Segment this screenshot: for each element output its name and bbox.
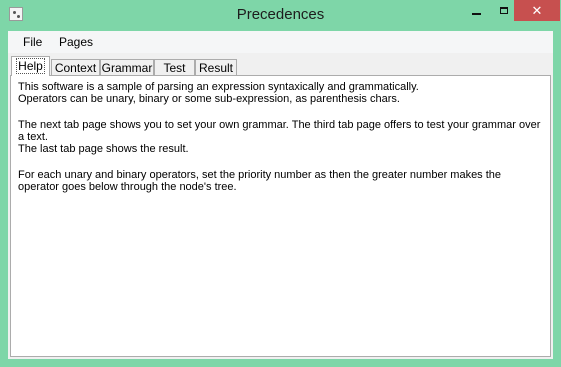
tab-grammar[interactable]: Grammar [100,59,154,75]
client-area: File Pages Help Context Grammar Test Res… [8,31,553,359]
tab-test[interactable]: Test [154,59,195,75]
help-paragraph-tabs: The next tab page shows you to set your … [18,119,543,155]
tab-context-label: Context [54,61,97,75]
app-window: Precedences ✕ File Pages Help Context Gr… [0,0,561,367]
menu-pages[interactable]: Pages [59,35,93,49]
tab-result-label: Result [198,61,233,75]
maximize-button[interactable] [490,0,517,21]
help-line: For each unary and binary operators, set… [18,169,502,193]
tab-grammar-label: Grammar [101,61,153,75]
tab-context[interactable]: Context [51,59,100,75]
minimize-icon [472,12,481,15]
help-line: This software is a sample of parsing an … [18,81,419,93]
maximize-icon [499,7,508,14]
help-line: The last tab page shows the result. [18,143,189,155]
tab-strip: Help Context Grammar Test Result [8,56,553,76]
menu-bar: File Pages [8,31,553,53]
title-bar[interactable]: Precedences ✕ [0,0,561,31]
tab-help-label: Help [16,58,45,74]
tab-test-label: Test [163,61,186,75]
help-tab-panel: This software is a sample of parsing an … [10,75,551,357]
close-button[interactable]: ✕ [514,0,560,21]
menu-file[interactable]: File [23,35,42,49]
help-paragraph-priority: For each unary and binary operators, set… [18,169,543,193]
minimize-button[interactable] [463,0,490,21]
help-line: The next tab page shows you to set your … [18,119,541,143]
close-icon: ✕ [531,2,543,18]
tab-result[interactable]: Result [195,59,237,75]
help-text: This software is a sample of parsing an … [18,81,543,207]
tab-help[interactable]: Help [11,56,50,76]
help-line: Operators can be unary, binary or some s… [18,93,400,105]
help-paragraph-intro: This software is a sample of parsing an … [18,81,543,105]
